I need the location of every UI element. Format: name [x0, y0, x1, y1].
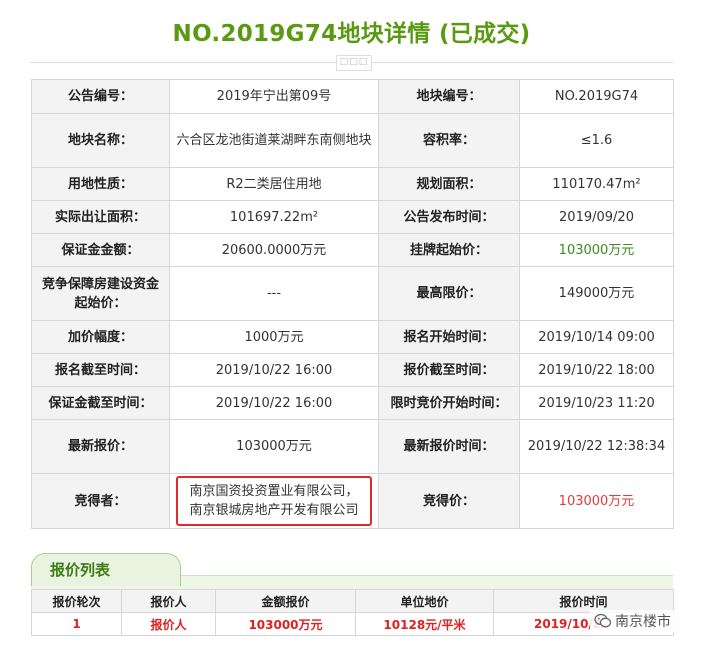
label-registration-deadline: 报名截至时间：	[31, 353, 170, 387]
value-registration-deadline: 2019/10/22 16:00	[169, 353, 379, 387]
header-amount: 金额报价	[215, 589, 356, 613]
label-publish-time: 公告发布时间：	[378, 200, 520, 234]
value-announcement-no: 2019年宁出第09号	[169, 79, 379, 114]
value-winner-cell: 南京国资投资置业有限公司，南京银城房地产开发有限公司	[169, 473, 379, 529]
value-land-use: R2二类居住用地	[169, 167, 379, 201]
value-housing-fund-start: ---	[169, 266, 379, 321]
value-winning-price: 103000万元	[519, 473, 674, 529]
value-price-cap: 149000万元	[519, 266, 674, 321]
label-planned-area: 规划面积：	[378, 167, 520, 201]
land-detail-table: 公告编号： 2019年宁出第09号 地块编号： NO.2019G74 地块名称：…	[31, 79, 674, 529]
value-latest-bid: 103000万元	[169, 419, 379, 474]
value-timed-bidding-start: 2019/10/23 11:20	[519, 386, 674, 420]
label-parcel-name: 地块名称：	[31, 113, 170, 168]
label-latest-bid-time: 最新报价时间：	[378, 419, 520, 474]
label-housing-fund-start: 竞争保障房建设资金起始价：	[31, 266, 170, 321]
value-registration-start: 2019/10/14 09:00	[519, 320, 674, 354]
label-price-cap: 最高限价：	[378, 266, 520, 321]
price-list-table: 报价轮次 报价人 金额报价 单位地价 报价时间 1 报价人 103000万元 1…	[31, 589, 674, 636]
cell-unit-price: 10128元/平米	[355, 612, 494, 636]
value-winner: 南京国资投资置业有限公司，南京银城房地产开发有限公司	[176, 476, 372, 526]
cell-bidder: 报价人	[121, 612, 216, 636]
label-actual-area: 实际出让面积：	[31, 200, 170, 234]
label-land-use: 用地性质：	[31, 167, 170, 201]
header-round: 报价轮次	[31, 589, 122, 613]
label-registration-start: 报名开始时间：	[378, 320, 520, 354]
label-increment: 加价幅度：	[31, 320, 170, 354]
label-timed-bidding-start: 限时竞价开始时间：	[378, 386, 520, 420]
tab-price-list-label: 报价列表	[50, 561, 111, 579]
watermark: 南京楼市	[590, 610, 675, 632]
label-announcement-no: 公告编号：	[31, 79, 170, 114]
value-parcel-name: 六合区龙池街道莱湖畔东南侧地块	[169, 113, 379, 168]
tab-price-list[interactable]: 报价列表	[31, 553, 181, 586]
wechat-logo-icon	[594, 613, 612, 628]
cell-amount: 103000万元	[215, 612, 356, 636]
value-starting-price: 103000万元	[519, 233, 674, 267]
value-publish-time: 2019/09/20	[519, 200, 674, 234]
watermark-text: 南京楼市	[615, 614, 671, 630]
value-increment: 1000万元	[169, 320, 379, 354]
value-deposit-deadline: 2019/10/22 16:00	[169, 386, 379, 420]
divider-ornament: □□□	[336, 55, 372, 71]
table-row: 1 报价人 103000万元 10128元/平米 2019/10/22	[31, 612, 674, 636]
page-title: NO.2019G74地块详情 (已成交)	[172, 21, 531, 47]
label-deposit-deadline: 保证金截至时间：	[31, 386, 170, 420]
value-planned-area: 110170.47m²	[519, 167, 674, 201]
value-plot-ratio: ≤1.6	[519, 113, 674, 168]
label-plot-ratio: 容积率：	[378, 113, 520, 168]
value-parcel-no: NO.2019G74	[519, 79, 674, 114]
value-deposit-amount: 20600.0000万元	[169, 233, 379, 267]
value-latest-bid-time: 2019/10/22 12:38:34	[519, 419, 674, 474]
value-actual-area: 101697.22m²	[169, 200, 379, 234]
cell-round: 1	[31, 612, 122, 636]
label-parcel-no: 地块编号：	[378, 79, 520, 114]
header-unit-price: 单位地价	[355, 589, 494, 613]
label-latest-bid: 最新报价：	[31, 419, 170, 474]
label-starting-price: 挂牌起始价：	[378, 233, 520, 267]
label-deposit-amount: 保证金金额：	[31, 233, 170, 267]
value-bid-deadline: 2019/10/22 18:00	[519, 353, 674, 387]
header-bidder: 报价人	[121, 589, 216, 613]
label-winning-price: 竞得价：	[378, 473, 520, 529]
label-winner: 竞得者：	[31, 473, 170, 529]
label-bid-deadline: 报价截至时间：	[378, 353, 520, 387]
